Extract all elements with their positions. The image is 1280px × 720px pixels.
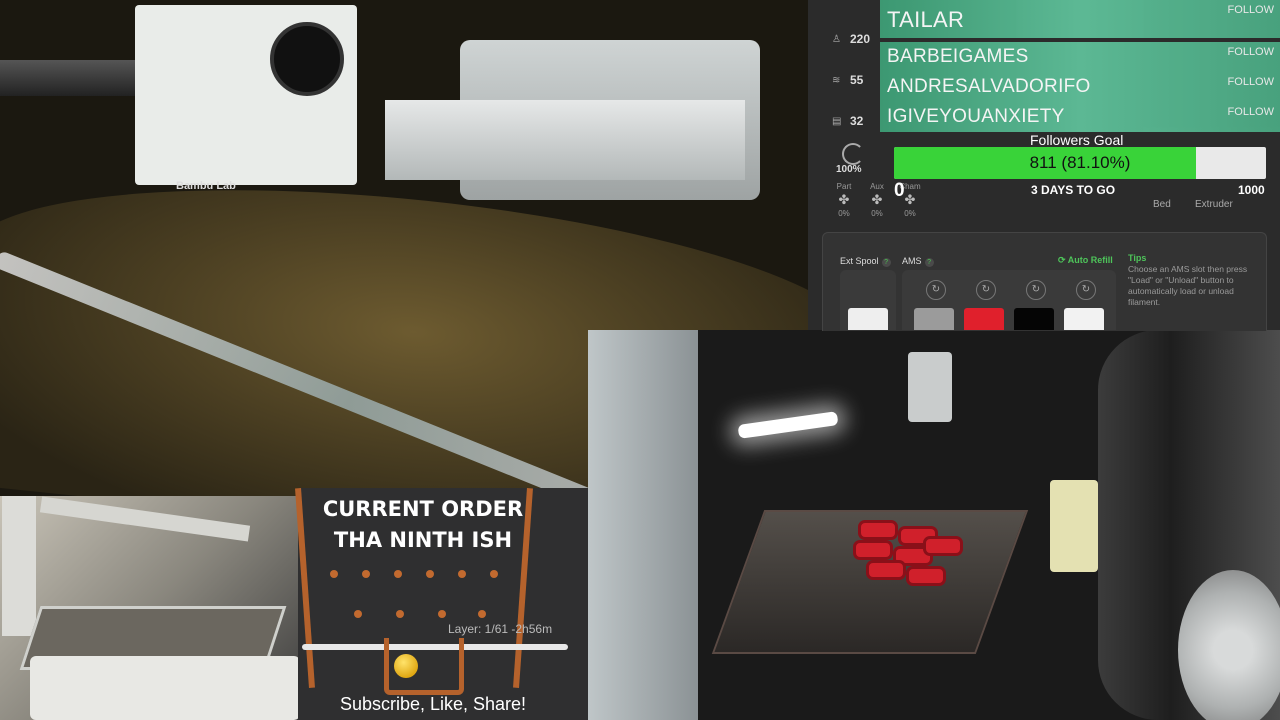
printer-base [30, 656, 298, 720]
plinko-peg [490, 570, 498, 578]
extruder-control-label[interactable]: Extruder [1195, 199, 1233, 210]
order-title-line2: THA NINTH ISH [333, 528, 513, 552]
plinko-peg [478, 610, 486, 618]
bed-control-label[interactable]: Bed [1153, 199, 1171, 210]
ext-spool-label: Ext Spool? [840, 256, 891, 267]
fan-pct-part: 0% [838, 209, 850, 218]
ext-spool-swatch[interactable] [848, 308, 888, 330]
printed-part [866, 560, 906, 580]
filament-holder [1050, 480, 1098, 572]
follower-alert: BARBEIGAMES FOLLOW [880, 42, 1280, 72]
followers-goal-days: 3 DAYS TO GO [1031, 183, 1116, 197]
brand-label: Bambu Lab [176, 180, 236, 192]
printed-part [906, 566, 946, 586]
plinko-peg [426, 570, 434, 578]
bed-temp: ≋ 55 [832, 73, 863, 87]
plinko-peg [438, 610, 446, 618]
speed-gauge-icon[interactable] [842, 143, 864, 165]
plinko-peg [362, 570, 370, 578]
printed-part [858, 520, 898, 540]
follow-label: FOLLOW [1227, 106, 1274, 118]
fan-icon[interactable]: ✤ [832, 192, 856, 208]
chamber-light [737, 411, 839, 439]
room-wall [588, 330, 698, 720]
chamber-icon: ▤ [832, 116, 842, 127]
coin-icon [394, 654, 418, 678]
refresh-icon[interactable]: ↻ [926, 280, 946, 300]
chamber-temp: ▤ 32 [832, 114, 863, 128]
current-order-panel: CURRENT ORDER THA NINTH ISH Layer: 1/61 … [295, 488, 588, 720]
toolhead [908, 352, 952, 422]
follower-name: IGIVEYOUANXIETY [887, 106, 1065, 127]
nozzle-temp-value: 220 [850, 32, 871, 46]
help-icon[interactable]: ? [924, 258, 934, 267]
auto-refill-toggle[interactable]: ⟳ Auto Refill [1058, 255, 1113, 266]
tips-title: Tips [1128, 253, 1147, 263]
filament-spool [1178, 570, 1280, 720]
order-title-line1: CURRENT ORDER [322, 497, 524, 521]
follower-name: ANDRESALVADORIFO [887, 76, 1091, 97]
refresh-icon[interactable]: ↻ [976, 280, 996, 300]
fan-pct-chamber: 0% [904, 209, 916, 218]
followers-goal-max: 1000 [1238, 183, 1265, 197]
followers-goal-min: 0 [894, 180, 905, 201]
chamber-temp-value: 32 [850, 114, 864, 128]
printer-frame [2, 496, 36, 636]
bed-heat-icon: ≋ [832, 75, 841, 86]
ams-slot-2[interactable] [964, 308, 1004, 330]
ams-label: AMS? [902, 256, 934, 267]
follow-label: FOLLOW [1227, 76, 1274, 88]
fan-label-aux: Aux [870, 182, 884, 191]
print-object-rim [385, 100, 745, 180]
plinko-peg [458, 570, 466, 578]
enclosure-camera-feed [588, 330, 1280, 720]
plinko-peg [354, 610, 362, 618]
nozzle-icon: ♙ [832, 34, 841, 45]
toolhead-fan [270, 22, 344, 96]
fan-icon[interactable]: ✤ [865, 192, 889, 208]
ams-slot-4[interactable] [1064, 308, 1104, 330]
plinko-peg [396, 610, 404, 618]
follower-alert: IGIVEYOUANXIETY FOLLOW [880, 102, 1280, 132]
subscribe-text: Subscribe, Like, Share! [339, 694, 527, 714]
bed-temp-value: 55 [850, 73, 864, 87]
follower-name: BARBEIGAMES [887, 46, 1029, 67]
follower-alert: TAILAR FOLLOW [880, 0, 1280, 38]
ams-slot-1[interactable] [914, 308, 954, 330]
fan-pct-aux: 0% [871, 209, 883, 218]
help-icon[interactable]: ? [881, 258, 891, 267]
side-camera-feed [0, 496, 298, 720]
followers-goal-title: Followers Goal [1030, 132, 1124, 148]
follow-label: FOLLOW [1227, 46, 1274, 58]
plinko-peg [394, 570, 402, 578]
follower-name: TAILAR [887, 7, 965, 32]
refresh-icon[interactable]: ↻ [1076, 280, 1096, 300]
nozzle-temp: ♙ 220 [832, 32, 870, 46]
follow-label: FOLLOW [1227, 4, 1274, 16]
refresh-icon[interactable]: ↻ [1026, 280, 1046, 300]
order-title: CURRENT ORDER THA NINTH ISH [298, 494, 548, 556]
speed-percent: 100% [836, 164, 862, 175]
layer-progress-text: Layer: 1/61 -2h56m [448, 622, 553, 636]
tips-text: Choose an AMS slot then press "Load" or … [1128, 264, 1248, 307]
followers-goal-count: 811 (81.10%) [1029, 153, 1131, 172]
follower-alert: ANDRESALVADORIFO FOLLOW [880, 72, 1280, 102]
printed-part [923, 536, 963, 556]
plinko-peg [330, 570, 338, 578]
ams-slot-3[interactable] [1014, 308, 1054, 330]
fan-label-part: Part [836, 182, 852, 191]
printed-part [853, 540, 893, 560]
printer-gantry [39, 496, 251, 542]
followers-goal-bar: 811 (81.10%) [894, 147, 1266, 179]
